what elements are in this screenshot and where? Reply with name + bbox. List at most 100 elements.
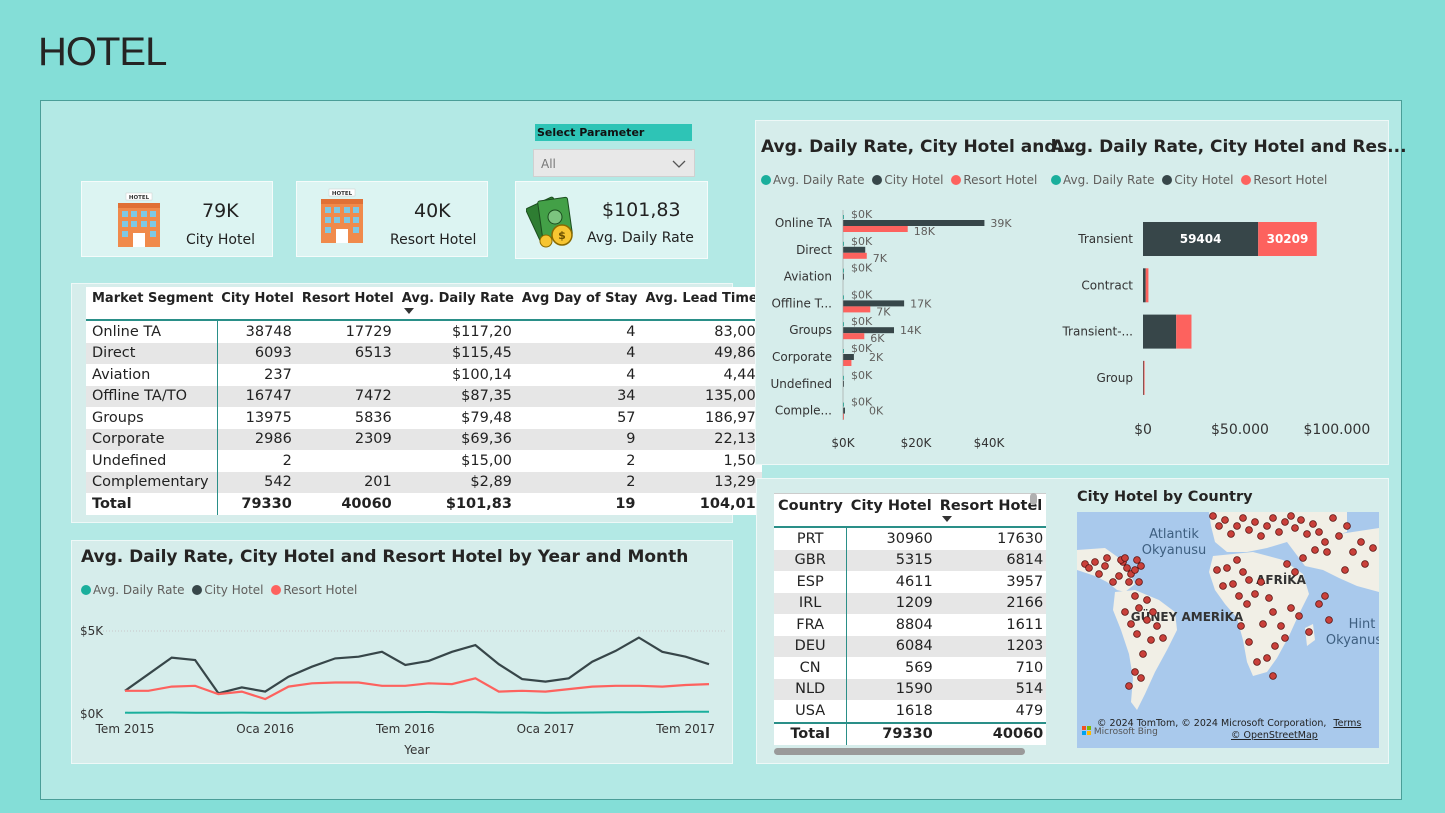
table-row[interactable]: Offline TA/TO 16747 7472 $87,35 34 135,00 bbox=[86, 385, 762, 407]
table-row[interactable]: Direct 6093 6513 $115,45 4 49,86 bbox=[86, 342, 762, 364]
country-marker[interactable] bbox=[1251, 590, 1259, 598]
country-marker[interactable] bbox=[1135, 604, 1143, 612]
country-marker[interactable] bbox=[1343, 522, 1351, 530]
country-marker[interactable] bbox=[1239, 568, 1247, 576]
line-resort[interactable] bbox=[125, 677, 710, 701]
country-marker[interactable] bbox=[1269, 672, 1277, 680]
country-marker[interactable] bbox=[1227, 530, 1235, 538]
country-marker[interactable] bbox=[1237, 622, 1245, 630]
country-marker[interactable] bbox=[1291, 568, 1299, 576]
column-header[interactable]: Resort Hotel bbox=[298, 287, 398, 320]
country-marker[interactable] bbox=[1091, 558, 1099, 566]
country-marker[interactable] bbox=[1123, 564, 1131, 572]
country-marker[interactable] bbox=[1245, 638, 1253, 646]
country-marker[interactable] bbox=[1361, 560, 1369, 568]
country-marker[interactable] bbox=[1133, 556, 1141, 564]
country-map[interactable]: Atlantik Okyanusu AFRİKA GÜNEY AMERİKA H… bbox=[1077, 512, 1379, 748]
column-header[interactable]: Market Segment bbox=[86, 287, 217, 320]
country-marker[interactable] bbox=[1251, 518, 1259, 526]
country-marker[interactable] bbox=[1143, 616, 1151, 624]
terms-link[interactable]: Terms bbox=[1333, 718, 1361, 729]
country-marker[interactable] bbox=[1159, 634, 1167, 642]
country-marker[interactable] bbox=[1131, 668, 1139, 676]
monthly-line-chart[interactable]: $5K $0KTem 2015 Oca 2016 Tem 2016 Oca 2017 Te… bbox=[75, 600, 725, 760]
country-marker[interactable] bbox=[1139, 650, 1147, 658]
country-marker[interactable] bbox=[1321, 592, 1329, 600]
bar-city[interactable] bbox=[1143, 268, 1146, 303]
table-row[interactable]: Online TA 38748 17729 $117,20 4 83,00 bbox=[86, 320, 762, 343]
country-marker[interactable] bbox=[1121, 608, 1129, 616]
country-marker[interactable] bbox=[1221, 516, 1229, 524]
table-row[interactable]: PRT 30960 17630 bbox=[774, 527, 1046, 550]
table-row[interactable]: CN 569 710 bbox=[774, 657, 1046, 679]
country-marker[interactable] bbox=[1263, 654, 1271, 662]
country-marker[interactable] bbox=[1233, 556, 1241, 564]
bar-resort[interactable] bbox=[1176, 314, 1192, 349]
bar-resort[interactable] bbox=[843, 226, 908, 232]
segment-bar-chart[interactable]: Online TA$0K39K18KDirect$0K7KAviation$0K… bbox=[755, 195, 1045, 460]
country-marker[interactable] bbox=[1101, 562, 1109, 570]
country-marker[interactable] bbox=[1295, 612, 1303, 620]
country-marker[interactable] bbox=[1287, 604, 1295, 612]
country-marker[interactable] bbox=[1131, 566, 1139, 574]
country-marker[interactable] bbox=[1103, 554, 1111, 562]
country-marker[interactable] bbox=[1263, 522, 1271, 530]
table-row[interactable]: Aviation 237 $100,14 4 4,44 bbox=[86, 364, 762, 386]
country-marker[interactable] bbox=[1137, 562, 1145, 570]
select-parameter-dropdown[interactable]: All bbox=[533, 149, 695, 177]
country-marker[interactable] bbox=[1219, 582, 1227, 590]
country-marker[interactable] bbox=[1335, 532, 1343, 540]
country-marker[interactable] bbox=[1245, 576, 1253, 584]
country-marker[interactable] bbox=[1303, 530, 1311, 538]
country-marker[interactable] bbox=[1275, 528, 1283, 536]
country-marker[interactable] bbox=[1305, 628, 1313, 636]
country-marker[interactable] bbox=[1341, 566, 1349, 574]
horizontal-scrollbar[interactable] bbox=[774, 748, 1025, 755]
country-marker[interactable] bbox=[1265, 594, 1273, 602]
table-row[interactable]: Complementary 542 201 $2,89 2 13,29 bbox=[86, 471, 762, 493]
country-marker[interactable] bbox=[1245, 526, 1253, 534]
column-header[interactable]: Country bbox=[774, 494, 847, 528]
country-marker[interactable] bbox=[1085, 564, 1093, 572]
country-marker[interactable] bbox=[1277, 622, 1285, 630]
column-header[interactable]: Avg. Lead Time bbox=[642, 287, 762, 320]
country-marker[interactable] bbox=[1125, 578, 1133, 586]
country-marker[interactable] bbox=[1321, 538, 1329, 546]
bar-resort[interactable] bbox=[843, 252, 867, 259]
country-marker[interactable] bbox=[1121, 554, 1129, 562]
table-row[interactable]: DEU 6084 1203 bbox=[774, 635, 1047, 657]
bar-resort[interactable] bbox=[1145, 268, 1149, 303]
country-marker[interactable] bbox=[1257, 578, 1265, 586]
country-marker[interactable] bbox=[1147, 636, 1155, 644]
country-marker[interactable] bbox=[1269, 514, 1277, 522]
country-marker[interactable] bbox=[1149, 608, 1157, 616]
country-marker[interactable] bbox=[1325, 616, 1333, 624]
osm-link[interactable]: © OpenStreetMap bbox=[1231, 730, 1318, 741]
table-row[interactable]: GBR 5315 6814 bbox=[774, 549, 1047, 571]
country-marker[interactable] bbox=[1229, 580, 1237, 588]
country-marker[interactable] bbox=[1315, 600, 1323, 608]
country-marker[interactable] bbox=[1349, 548, 1357, 556]
country-marker[interactable] bbox=[1127, 620, 1135, 628]
country-marker[interactable] bbox=[1239, 514, 1247, 522]
table-row[interactable]: ESP 4611 3957 bbox=[774, 571, 1046, 593]
country-marker[interactable] bbox=[1323, 548, 1331, 556]
column-header[interactable]: City Hotel bbox=[217, 287, 298, 320]
bar-city[interactable] bbox=[1143, 314, 1177, 349]
country-marker[interactable] bbox=[1235, 592, 1243, 600]
country-marker[interactable] bbox=[1299, 554, 1307, 562]
country-marker[interactable] bbox=[1287, 512, 1295, 520]
bar-resort[interactable] bbox=[1143, 360, 1145, 395]
country-marker[interactable] bbox=[1095, 570, 1103, 578]
country-marker[interactable] bbox=[1131, 592, 1139, 600]
country-marker[interactable] bbox=[1291, 524, 1299, 532]
bar-resort[interactable] bbox=[843, 360, 852, 366]
country-marker[interactable] bbox=[1259, 620, 1267, 628]
column-header[interactable]: Avg Day of Stay bbox=[518, 287, 642, 320]
bar-resort[interactable] bbox=[843, 333, 865, 340]
customer-type-bar-chart[interactable]: Transient 59404 30209 Contract Transient-...… bbox=[1050, 200, 1385, 450]
country-marker[interactable] bbox=[1243, 600, 1251, 608]
country-marker[interactable] bbox=[1223, 564, 1231, 572]
country-marker[interactable] bbox=[1257, 532, 1265, 540]
country-marker[interactable] bbox=[1283, 560, 1291, 568]
